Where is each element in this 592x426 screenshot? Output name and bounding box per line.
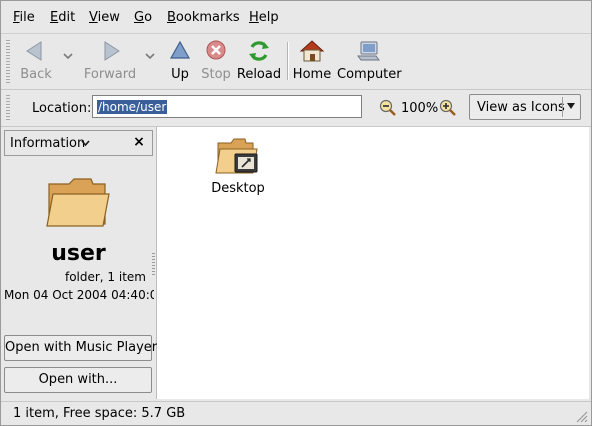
sidebar-resize-grip[interactable] [152, 253, 155, 277]
zoom-out-icon[interactable] [379, 99, 397, 117]
forward-label: Forward [83, 67, 137, 82]
back-label: Back [20, 67, 52, 82]
computer-button[interactable]: Computer [337, 34, 402, 89]
sidebar: Information × user folder, 1 item Mon 04… [1, 127, 157, 399]
chevron-down-icon [567, 103, 575, 109]
toolbar-grip[interactable] [6, 40, 10, 84]
back-button[interactable]: Back [13, 34, 59, 89]
file-item-desktop[interactable]: Desktop [211, 135, 265, 196]
chevron-down-icon[interactable] [81, 140, 90, 146]
forward-button[interactable]: Forward [79, 34, 141, 89]
file-item-label: Desktop [211, 181, 265, 196]
desktop-folder-icon [215, 138, 258, 174]
open-with-music-player-button[interactable]: Open with Music Player [4, 335, 157, 361]
zoom-in-icon[interactable] [439, 99, 457, 117]
selected-item-name: user [51, 241, 106, 266]
folder-icon [46, 178, 110, 227]
toolbar: Back Forward Up Stop Reload Home Compute… [1, 34, 591, 90]
sidebar-panel-select[interactable]: Information [10, 136, 85, 151]
location-input[interactable]: /home/user [92, 95, 362, 118]
up-button[interactable]: Up [163, 34, 197, 89]
reload-button[interactable]: Reload [235, 34, 283, 89]
menu-bookmarks[interactable]: Bookmarks [167, 10, 240, 25]
menu-file[interactable]: File [13, 10, 35, 25]
sidebar-header: Information × [4, 130, 153, 156]
location-bar: Location: /home/user 100% View as Icons [1, 90, 591, 127]
location-value: /home/user [97, 100, 168, 114]
home-button[interactable]: Home [292, 34, 332, 89]
view-as-divider [562, 97, 563, 117]
computer-label: Computer [337, 67, 402, 82]
reload-label: Reload [236, 67, 282, 82]
forward-arrow-icon [104, 41, 120, 61]
reload-icon [249, 41, 269, 61]
location-label: Location: [32, 101, 92, 116]
menubar: File Edit View Go Bookmarks Help [1, 1, 591, 34]
file-manager-window: File Edit View Go Bookmarks Help Back Fo… [0, 0, 592, 426]
back-arrow-icon [26, 41, 42, 61]
selected-item-date: Mon 04 Oct 2004 04:40:0 [4, 288, 154, 302]
status-bar: 1 item, Free space: 5.7 GB [1, 401, 591, 426]
menu-help[interactable]: Help [249, 10, 279, 25]
location-bar-grip[interactable] [6, 95, 10, 121]
view-as-label: View as Icons [477, 100, 565, 115]
home-label: Home [292, 67, 332, 82]
resize-grip-icon[interactable] [574, 409, 588, 423]
toolbar-separator [287, 42, 289, 80]
file-view[interactable]: Desktop [157, 127, 589, 399]
up-arrow-icon [169, 40, 191, 59]
zoom-level[interactable]: 100% [401, 101, 438, 116]
menu-view[interactable]: View [89, 10, 120, 25]
menu-go[interactable]: Go [134, 10, 152, 25]
stop-label: Stop [201, 67, 231, 82]
back-history-dropdown[interactable] [63, 52, 73, 60]
view-as-select[interactable]: View as Icons [469, 94, 581, 120]
home-icon [299, 40, 325, 62]
up-label: Up [171, 67, 189, 82]
forward-history-dropdown[interactable] [145, 52, 155, 60]
open-with-button[interactable]: Open with... [4, 367, 152, 393]
menu-edit[interactable]: Edit [50, 10, 75, 25]
status-text: 1 item, Free space: 5.7 GB [13, 406, 186, 421]
close-icon[interactable]: × [132, 135, 146, 149]
stop-button[interactable]: Stop [199, 34, 233, 89]
computer-icon [357, 41, 380, 61]
stop-icon [206, 40, 226, 60]
selected-item-details: folder, 1 item [64, 270, 146, 284]
